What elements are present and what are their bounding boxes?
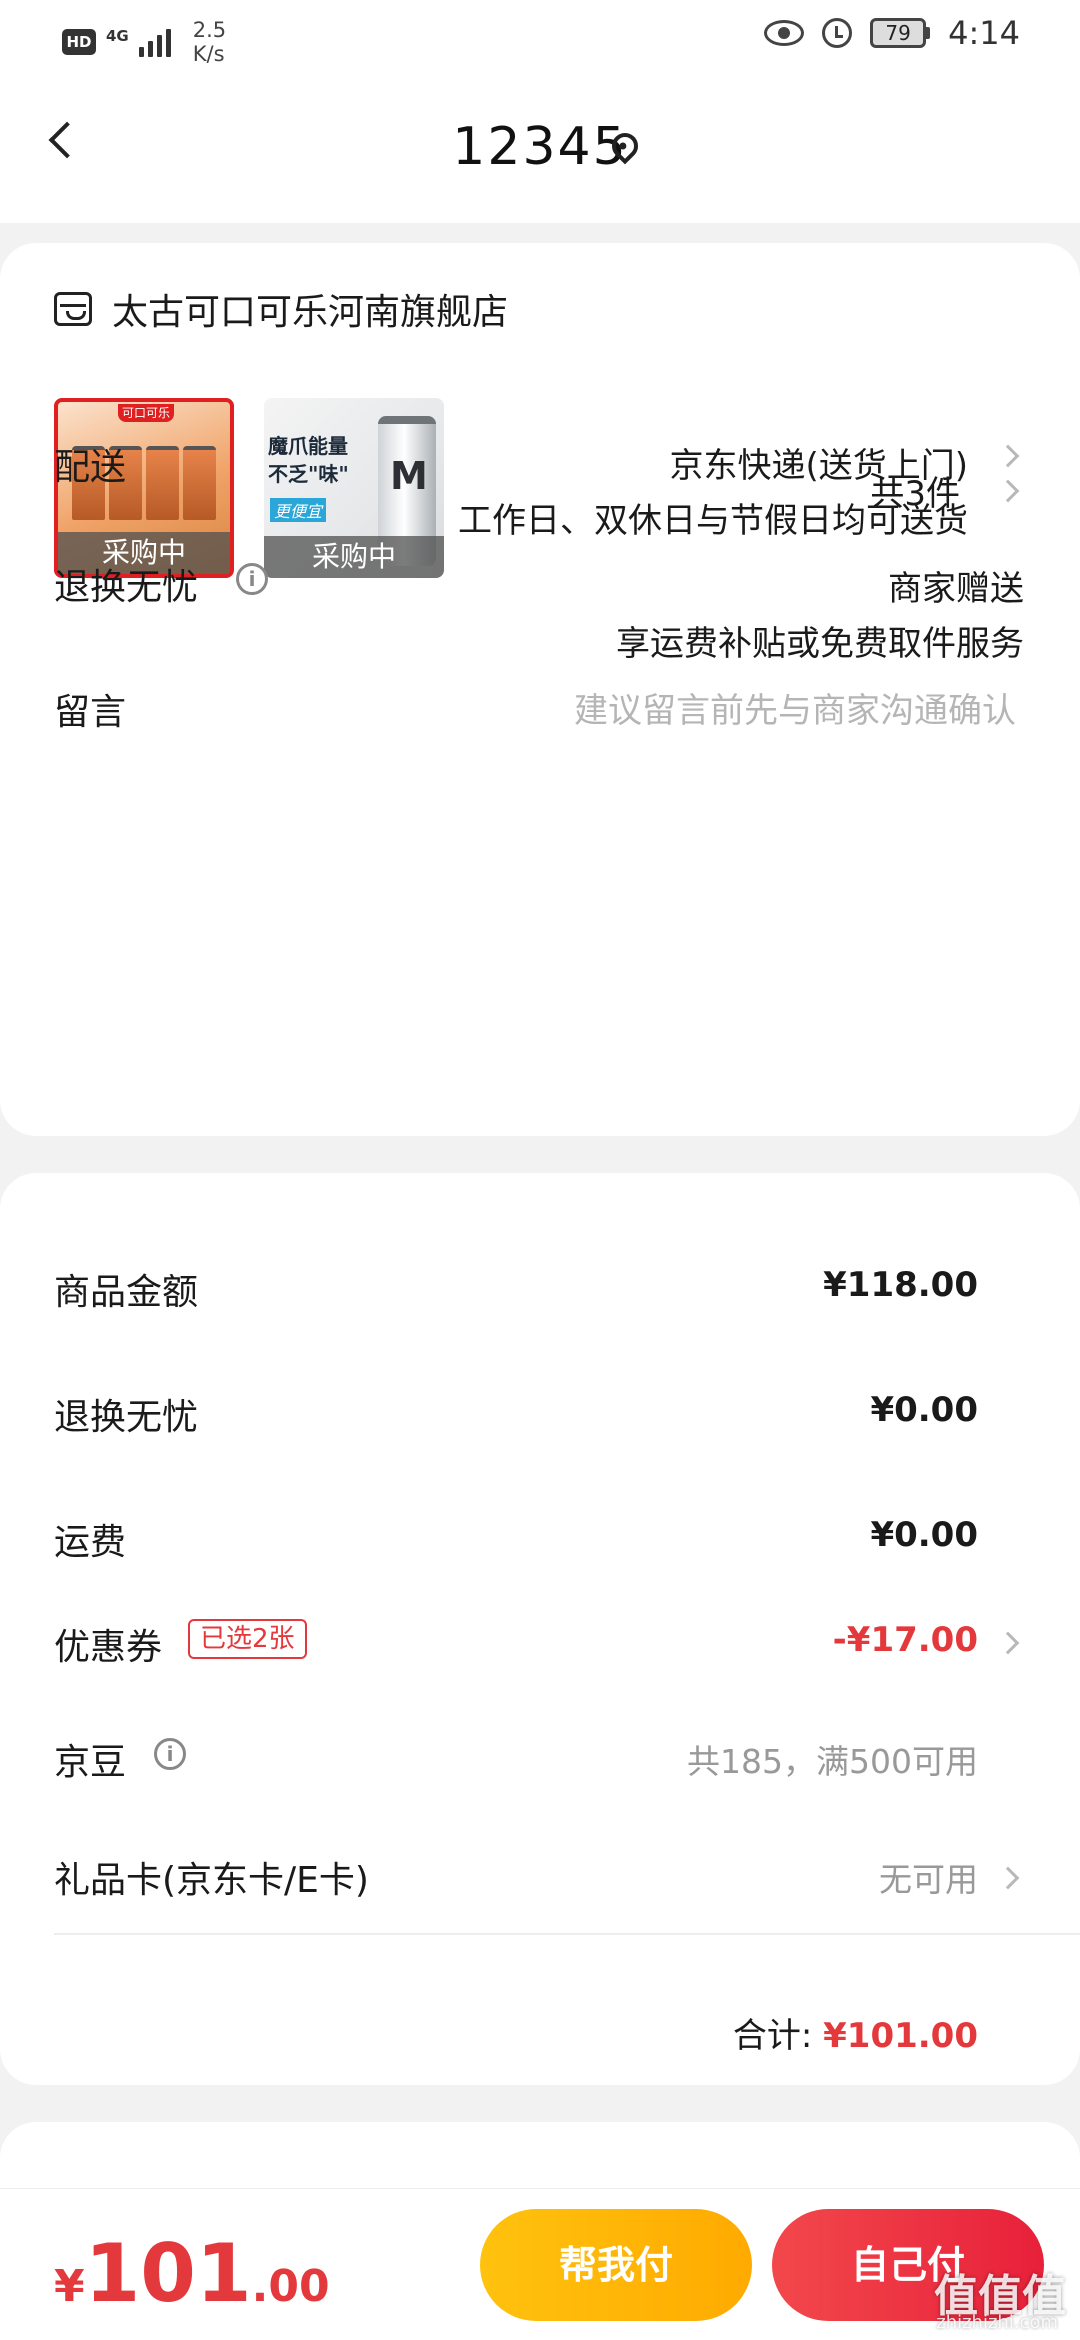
speed-unit: K/s — [192, 42, 225, 66]
giftcard-status[interactable]: 无可用 — [879, 1853, 978, 1901]
total-amount: ¥101.00 — [823, 2016, 978, 2056]
purchasing-tag: 采购中 — [264, 536, 444, 578]
network-speed: 2.5 K/s — [193, 18, 226, 66]
info-icon[interactable]: i — [236, 563, 268, 595]
coupon-discount-value[interactable]: -¥17.00 — [833, 1620, 978, 1660]
message-label: 留言 — [54, 692, 127, 733]
coupon-label: 优惠券 — [54, 1627, 163, 1668]
product-thumbnail[interactable]: 魔爪能量 不乏"味" 更便宜 采购中 — [264, 398, 444, 578]
message-input[interactable]: 建议留言前先与商家沟通确认 — [574, 683, 1016, 732]
jingdou-label: 京豆 — [54, 1742, 127, 1783]
total-label: 合计: — [732, 2016, 813, 2056]
jingdou-status: 共185，满500可用 — [687, 1742, 978, 1781]
return-service-provider: 商家赠送 — [888, 569, 1024, 609]
address-title[interactable]: 12345 — [0, 117, 1080, 177]
shipping-label: 运费 — [54, 1522, 127, 1563]
delivery-label: 配送 — [54, 447, 127, 488]
clock: 4:14 — [948, 14, 1020, 52]
giftcard-label: 礼品卡(京东卡/E卡) — [54, 1860, 369, 1901]
page-header: 12345 — [0, 75, 1080, 223]
hd-icon: HD — [62, 29, 96, 55]
coca-cola-logo: 可口可乐 — [118, 404, 174, 422]
return-service-label: 退换无忧 — [54, 567, 199, 608]
chevron-right-icon[interactable] — [996, 1631, 1020, 1655]
divider — [54, 1933, 1080, 1935]
return-fee-label: 退换无忧 — [54, 1397, 199, 1438]
status-bar: HD 4G 2.5 K/s 79 4:14 — [0, 0, 1080, 75]
return-fee-value: ¥0.00 — [870, 1390, 978, 1430]
delivery-schedule: 工作日、双休日与节假日均可送货 — [458, 501, 968, 541]
status-left: HD 4G 2.5 K/s — [62, 18, 226, 66]
payable-price: ¥101.00 — [54, 2227, 330, 2320]
store-icon — [54, 292, 92, 326]
price-decimal: .00 — [251, 2261, 330, 2312]
info-icon[interactable]: i — [154, 1738, 186, 1770]
help-pay-button[interactable]: 帮我付 — [480, 2209, 752, 2321]
network-type: 4G — [106, 27, 129, 45]
promo-title: 魔爪能量 不乏"味" — [268, 434, 349, 486]
speed-value: 2.5 — [192, 18, 227, 42]
battery-level: 79 — [870, 18, 927, 48]
store-row[interactable]: 太古可口可乐河南旗舰店 — [54, 283, 508, 335]
store-card: 太古可口可乐河南旗舰店 可口可乐 采购中 魔爪能量 不乏"味" 更便宜 采购中 … — [0, 243, 1080, 1136]
battery-icon: 79 — [870, 18, 931, 48]
price-summary-card: 商品金额 ¥118.00 退换无忧 ¥0.00 运费 ¥0.00 优惠券 已选2… — [0, 1173, 1080, 2085]
eye-icon — [764, 20, 805, 46]
goods-amount-value: ¥118.00 — [823, 1265, 978, 1305]
alarm-icon — [822, 18, 853, 48]
status-right: 79 4:14 — [764, 14, 1020, 52]
store-name[interactable]: 太古可口可乐河南旗舰店 — [112, 283, 508, 335]
checkout-bar: ¥101.00 帮我付 自己付 — [0, 2188, 1080, 2340]
chevron-right-icon[interactable] — [996, 479, 1020, 503]
return-service-detail: 享运费补贴或免费取件服务 — [616, 624, 1024, 664]
currency-symbol: ¥ — [54, 2261, 85, 2312]
shipping-value: ¥0.00 — [870, 1515, 978, 1555]
goods-amount-label: 商品金额 — [54, 1272, 199, 1313]
watermark-url: zhizhizhi.com — [936, 2312, 1058, 2333]
price-integer: 101 — [84, 2227, 252, 2320]
chevron-right-icon[interactable] — [996, 1866, 1020, 1890]
signal-icon — [138, 27, 171, 57]
total-row: 合计: ¥101.00 — [733, 2008, 978, 2057]
delivery-method[interactable]: 京东快递(送货上门) — [669, 438, 968, 487]
coupon-selected-badge[interactable]: 已选2张 — [188, 1619, 307, 1659]
promo-tag: 更便宜 — [270, 498, 327, 522]
chevron-right-icon[interactable] — [996, 444, 1020, 468]
